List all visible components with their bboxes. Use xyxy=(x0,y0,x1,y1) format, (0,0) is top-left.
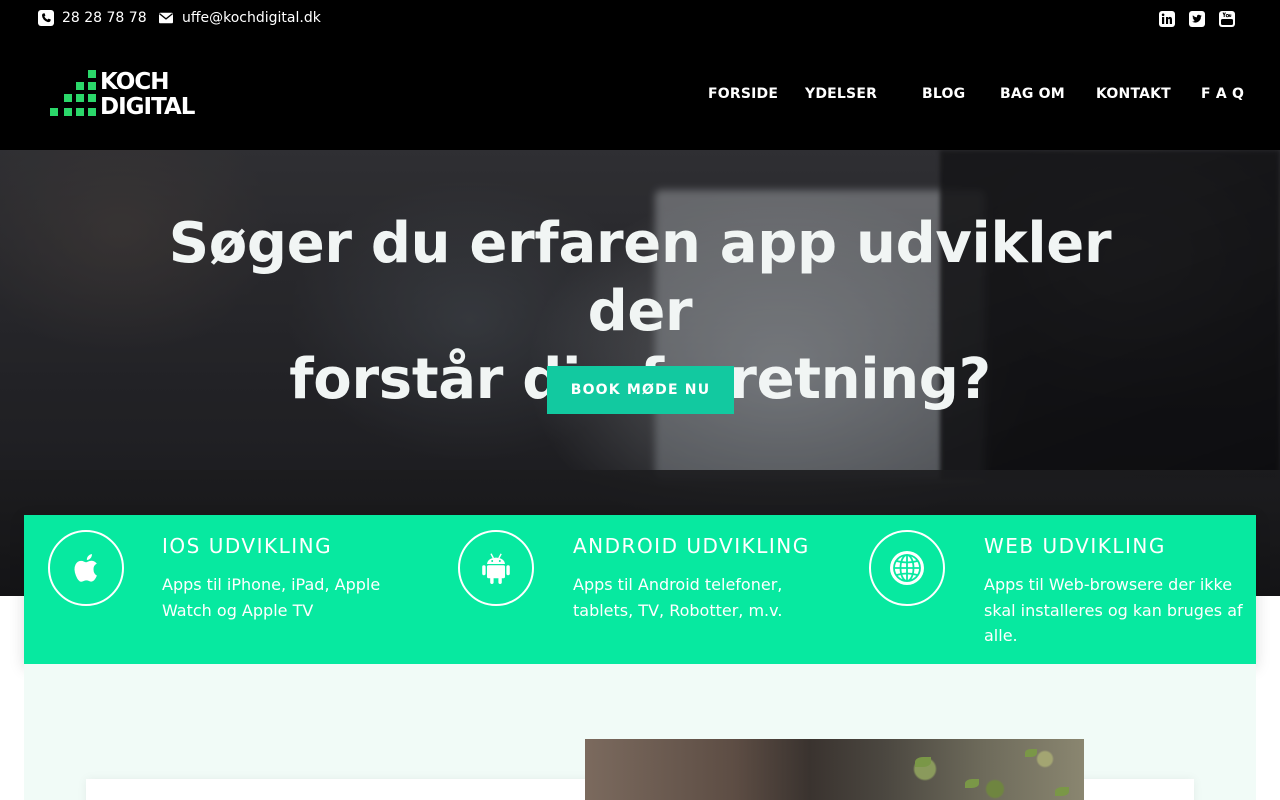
photo-leaf xyxy=(1025,749,1037,757)
about-photo xyxy=(585,739,1084,800)
service-android-title: ANDROID UDVIKLING xyxy=(573,534,810,558)
android-icon xyxy=(482,553,510,584)
twitter-icon[interactable] xyxy=(1188,10,1206,28)
apple-icon-circle xyxy=(48,530,124,606)
nav-ydelser[interactable]: YDELSER xyxy=(805,86,877,102)
nav-blog[interactable]: BLOG xyxy=(922,86,965,102)
photo-leaf xyxy=(915,757,931,767)
globe-icon xyxy=(890,551,924,585)
service-web-title: WEB UDVIKLING xyxy=(984,534,1166,558)
service-android-text: Apps til Android telefoner, tablets, TV,… xyxy=(573,575,783,620)
services-band: IOS UDVIKLING Apps til iPhone, iPad, App… xyxy=(24,515,1256,664)
linkedin-icon[interactable] xyxy=(1158,10,1176,28)
site-header: KOCH DIGITAL FORSIDE YDELSER BLOG BAG OM… xyxy=(0,40,1280,150)
service-ios-title: IOS UDVIKLING xyxy=(162,534,333,558)
book-meeting-button[interactable]: BOOK MØDE NU xyxy=(547,366,734,414)
envelope-icon xyxy=(159,12,173,24)
photo-leaf xyxy=(965,779,979,788)
phone-number[interactable]: 28 28 78 78 xyxy=(62,10,147,26)
top-bar: 28 28 78 78 uffe@kochdigital.dk xyxy=(0,0,1280,40)
service-ios[interactable]: IOS UDVIKLING Apps til iPhone, iPad, App… xyxy=(24,515,434,664)
apple-icon xyxy=(74,554,97,582)
android-icon-circle xyxy=(458,530,534,606)
phone-contact[interactable]: 28 28 78 78 xyxy=(38,10,147,26)
nav-faq[interactable]: F A Q xyxy=(1201,86,1244,102)
youtube-icon[interactable] xyxy=(1218,10,1236,28)
hero-title-line-1: Søger du erfaren app udvikler der xyxy=(168,211,1112,344)
email-contact[interactable]: uffe@kochdigital.dk xyxy=(158,10,321,26)
globe-icon-circle xyxy=(869,530,945,606)
service-ios-text: Apps til iPhone, iPad, Apple Watch og Ap… xyxy=(162,575,381,620)
photo-leaf xyxy=(1055,787,1069,796)
email-address[interactable]: uffe@kochdigital.dk xyxy=(182,10,321,26)
nav-bag-om[interactable]: BAG OM xyxy=(1000,86,1065,102)
service-web[interactable]: WEB UDVIKLING Apps til Web-browsere der … xyxy=(845,515,1256,664)
main-nav: FORSIDE YDELSER BLOG BAG OM KONTAKT F A … xyxy=(0,86,1280,106)
service-android[interactable]: ANDROID UDVIKLING Apps til Android telef… xyxy=(434,515,845,664)
service-web-text: Apps til Web-browsere der ikke skal inst… xyxy=(984,575,1243,645)
nav-kontakt[interactable]: KONTAKT xyxy=(1096,86,1171,102)
social-links xyxy=(1158,10,1236,28)
about-section xyxy=(24,664,1256,800)
phone-icon xyxy=(38,10,54,26)
nav-forside[interactable]: FORSIDE xyxy=(708,86,778,102)
